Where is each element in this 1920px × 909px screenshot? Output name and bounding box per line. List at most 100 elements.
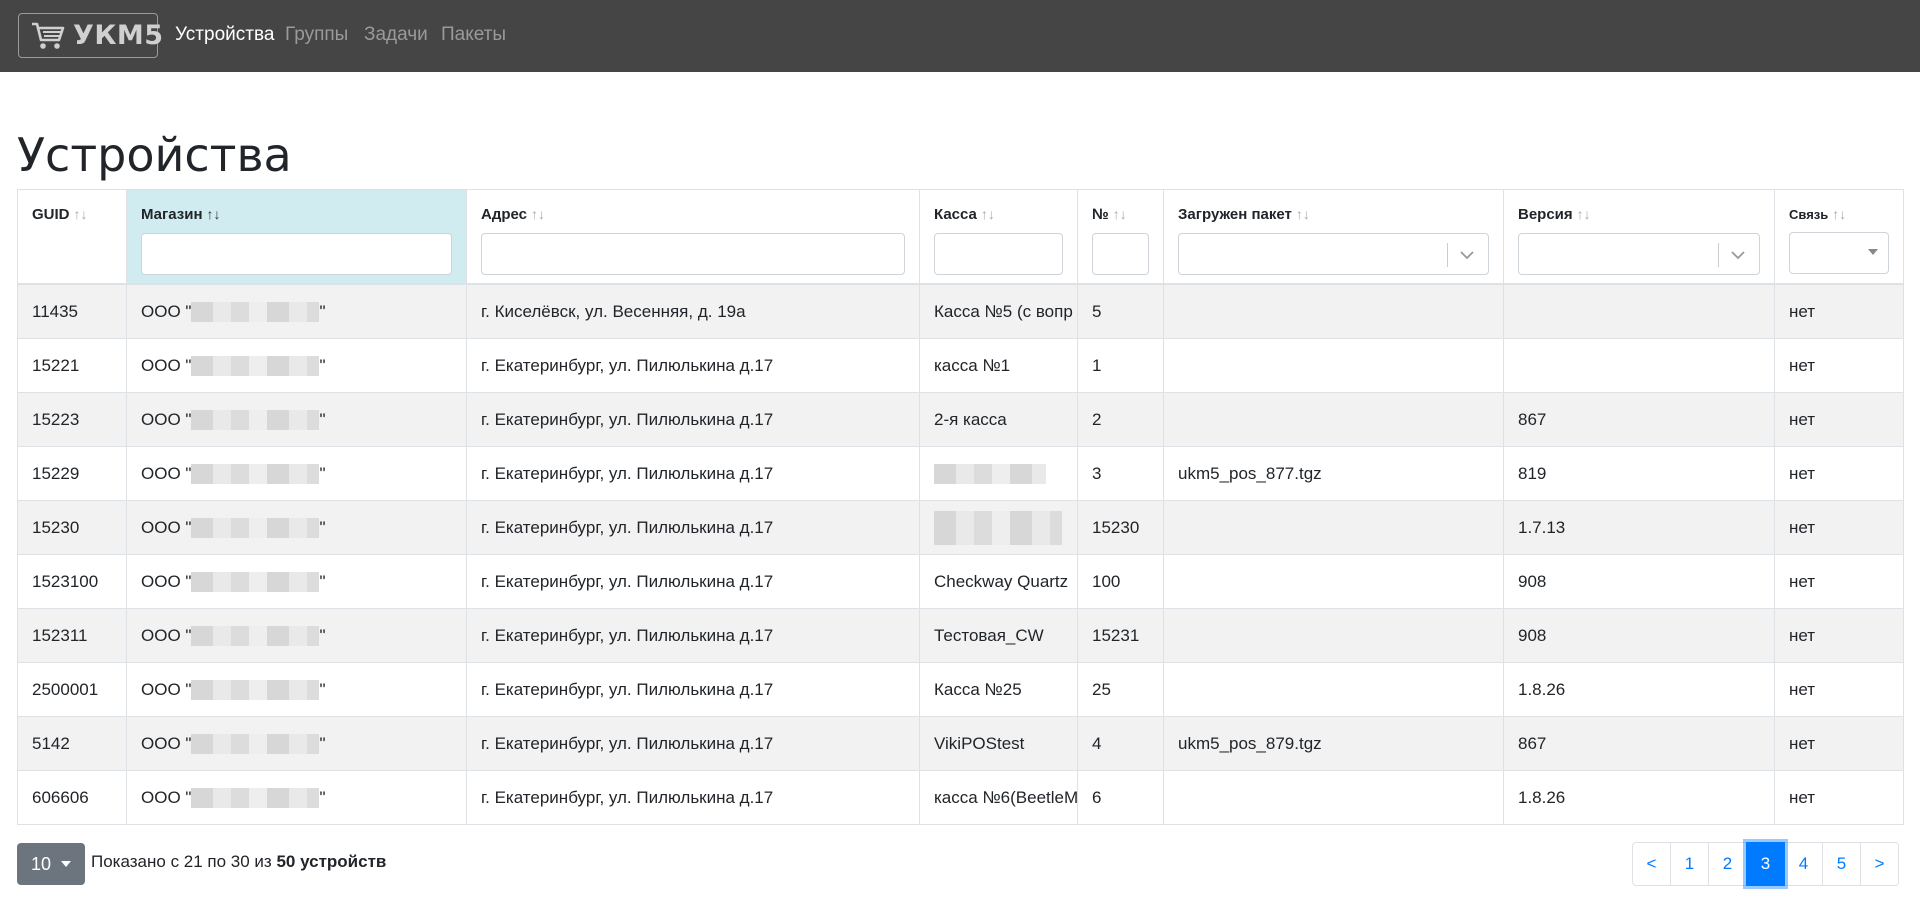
col-header-link[interactable]: Связь ↑↓: [1774, 189, 1904, 285]
page-link-1[interactable]: 1: [1670, 842, 1709, 886]
package-cell: [1163, 337, 1504, 393]
number-cell: 5: [1077, 283, 1164, 339]
prev-page-button[interactable]: <: [1632, 842, 1671, 886]
table-row[interactable]: 15223 ООО " " г. Екатеринбург, ул. Пилюльки…: [17, 391, 1904, 447]
redacted-shop-name: [191, 410, 320, 431]
table-row[interactable]: 606606 ООО " " г. Екатеринбург, ул. Пилюльк…: [17, 769, 1904, 825]
guid-cell: 15230: [17, 499, 127, 555]
table-header-row: GUID ↑↓ Магазин ↑↓ Адрес ↑↓ Касса ↑↓ № ↑↓ Заг…: [17, 189, 1904, 285]
address-filter-input[interactable]: [481, 233, 905, 275]
shopping-cart-icon: [31, 21, 65, 51]
shop-suffix: ": [319, 355, 326, 375]
version-cell: [1503, 337, 1775, 393]
shop-cell: ООО " ": [126, 445, 467, 501]
col-header-kassa[interactable]: Касса ↑↓: [919, 189, 1078, 285]
nav-item-packages[interactable]: Пакеты: [441, 24, 506, 46]
guid-cell: 15229: [17, 445, 127, 501]
number-cell: 25: [1077, 661, 1164, 717]
link-cell: нет: [1774, 283, 1904, 339]
version-cell: 1.8.26: [1503, 661, 1775, 717]
guid-cell: 11435: [17, 283, 127, 339]
page-link-3[interactable]: 3: [1746, 842, 1785, 886]
link-cell: нет: [1774, 391, 1904, 447]
guid-cell: 1523100: [17, 553, 127, 609]
shop-cell: ООО " ": [126, 607, 467, 663]
number-cell: 100: [1077, 553, 1164, 609]
col-header-version[interactable]: Версия ↑↓: [1503, 189, 1775, 285]
sort-icon[interactable]: ↑↓: [1577, 206, 1591, 222]
sort-icon[interactable]: ↑↓: [1832, 206, 1846, 222]
link-cell: нет: [1774, 661, 1904, 717]
brand-logo[interactable]: УКМ5: [18, 13, 163, 58]
version-cell: 867: [1503, 391, 1775, 447]
col-label: Адрес: [481, 206, 528, 223]
nav-item-groups[interactable]: Группы: [285, 24, 348, 46]
sort-icon[interactable]: ↑↓: [207, 206, 221, 222]
guid-cell: 5142: [17, 715, 127, 771]
redacted-kassa-name: [934, 464, 1046, 485]
package-filter-select[interactable]: [1178, 233, 1489, 275]
chevron-down-icon: [1731, 251, 1745, 260]
shop-suffix: ": [319, 463, 326, 483]
col-header-shop[interactable]: Магазин ↑↓: [126, 189, 467, 285]
version-cell: 867: [1503, 715, 1775, 771]
nav-item-tasks[interactable]: Задачи: [364, 24, 428, 46]
link-filter-select[interactable]: [1789, 232, 1889, 274]
col-header-guid[interactable]: GUID ↑↓: [17, 189, 127, 285]
link-cell: нет: [1774, 337, 1904, 393]
table-row[interactable]: 15230 ООО " " г. Екатеринбург, ул. Пилюльки…: [17, 499, 1904, 555]
table-row[interactable]: 2500001 ООО " " г. Екатеринбург, ул. Пилюль…: [17, 661, 1904, 717]
address-cell: г. Екатеринбург, ул. Пилюлькина д.17: [466, 499, 920, 555]
next-page-button[interactable]: >: [1860, 842, 1899, 886]
shop-suffix: ": [319, 301, 326, 321]
kassa-filter-input[interactable]: [934, 233, 1063, 275]
number-filter-input[interactable]: [1092, 233, 1149, 275]
version-cell: 908: [1503, 607, 1775, 663]
col-header-number[interactable]: № ↑↓: [1077, 189, 1164, 285]
shop-prefix: ООО ": [141, 733, 192, 753]
redacted-shop-name: [191, 626, 320, 647]
shop-prefix: ООО ": [141, 463, 192, 483]
link-cell: нет: [1774, 499, 1904, 555]
sort-icon[interactable]: ↑↓: [981, 206, 995, 222]
redacted-shop-name: [191, 788, 320, 809]
table-row[interactable]: 1523100 ООО " " г. Екатеринбург, ул. Пилюль…: [17, 553, 1904, 609]
table-row[interactable]: 15229 ООО " " г. Екатеринбург, ул. Пилюльки…: [17, 445, 1904, 501]
table-row[interactable]: 5142 ООО " " г. Екатеринбург, ул. Пилюлькин…: [17, 715, 1904, 771]
kassa-cell: 2-я касса: [919, 391, 1078, 447]
shop-cell: ООО " ": [126, 391, 467, 447]
col-header-package[interactable]: Загружен пакет ↑↓: [1163, 189, 1504, 285]
package-cell: ukm5_pos_877.tgz: [1163, 445, 1504, 501]
col-header-address[interactable]: Адрес ↑↓: [466, 189, 920, 285]
nav-item-devices[interactable]: Устройства: [175, 24, 274, 46]
shop-suffix: ": [319, 409, 326, 429]
devices-table: GUID ↑↓ Магазин ↑↓ Адрес ↑↓ Касса ↑↓ № ↑↓ Заг…: [17, 189, 1904, 825]
page-size-dropdown[interactable]: 10: [17, 843, 85, 885]
sort-icon[interactable]: ↑↓: [1113, 206, 1127, 222]
package-cell: [1163, 499, 1504, 555]
table-row[interactable]: 152311 ООО " " г. Екатеринбург, ул. Пилюльк…: [17, 607, 1904, 663]
number-cell: 1: [1077, 337, 1164, 393]
select-separator: [1447, 243, 1448, 267]
version-filter-select[interactable]: [1518, 233, 1760, 275]
package-cell: [1163, 661, 1504, 717]
table-row[interactable]: 15221 ООО " " г. Екатеринбург, ул. Пилюльки…: [17, 337, 1904, 393]
sort-icon[interactable]: ↑↓: [1296, 206, 1310, 222]
table-row[interactable]: 11435 ООО " " г. Киселёвск, ул. Весенняя, д…: [17, 283, 1904, 339]
shop-filter-input[interactable]: [141, 233, 452, 275]
address-cell: г. Екатеринбург, ул. Пилюлькина д.17: [466, 445, 920, 501]
page-link-2[interactable]: 2: [1708, 842, 1747, 886]
shop-prefix: ООО ": [141, 355, 192, 375]
sort-icon[interactable]: ↑↓: [531, 206, 545, 222]
number-cell: 3: [1077, 445, 1164, 501]
link-cell: нет: [1774, 715, 1904, 771]
page-link-5[interactable]: 5: [1822, 842, 1861, 886]
shop-prefix: ООО ": [141, 787, 192, 807]
sort-icon[interactable]: ↑↓: [74, 206, 88, 222]
col-label: Загружен пакет: [1178, 206, 1292, 223]
page-link-4[interactable]: 4: [1784, 842, 1823, 886]
link-cell: нет: [1774, 607, 1904, 663]
kassa-cell: касса №6(BeetleM: [919, 769, 1078, 825]
version-cell: 1.7.13: [1503, 499, 1775, 555]
address-cell: г. Екатеринбург, ул. Пилюлькина д.17: [466, 553, 920, 609]
